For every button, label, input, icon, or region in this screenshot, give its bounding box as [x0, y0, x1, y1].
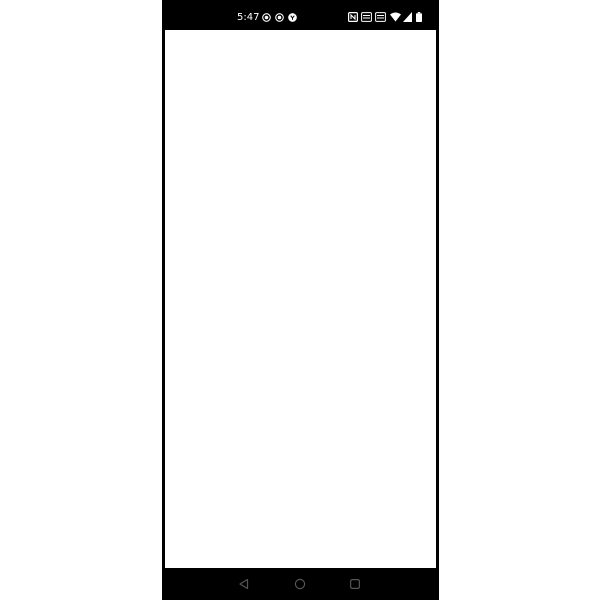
volte-icon — [375, 12, 386, 22]
phone-frame: 5:47 — [162, 0, 439, 600]
app-notification-icon — [288, 13, 297, 22]
record-icon — [275, 13, 284, 22]
nfc-icon — [348, 12, 358, 22]
app-screen[interactable] — [165, 30, 436, 568]
wifi-icon — [390, 12, 401, 22]
status-time: 5:47 — [237, 12, 260, 23]
record-icon — [262, 13, 271, 22]
page-background: 5:47 — [0, 0, 600, 600]
cellular-signal-icon — [403, 12, 412, 22]
status-bar: 5:47 — [162, 0, 439, 30]
battery-icon — [416, 12, 422, 22]
navigation-bar — [162, 568, 439, 600]
home-icon[interactable] — [293, 577, 307, 591]
back-icon[interactable] — [237, 577, 251, 591]
recents-icon[interactable] — [348, 577, 362, 591]
volte-icon — [361, 12, 372, 22]
